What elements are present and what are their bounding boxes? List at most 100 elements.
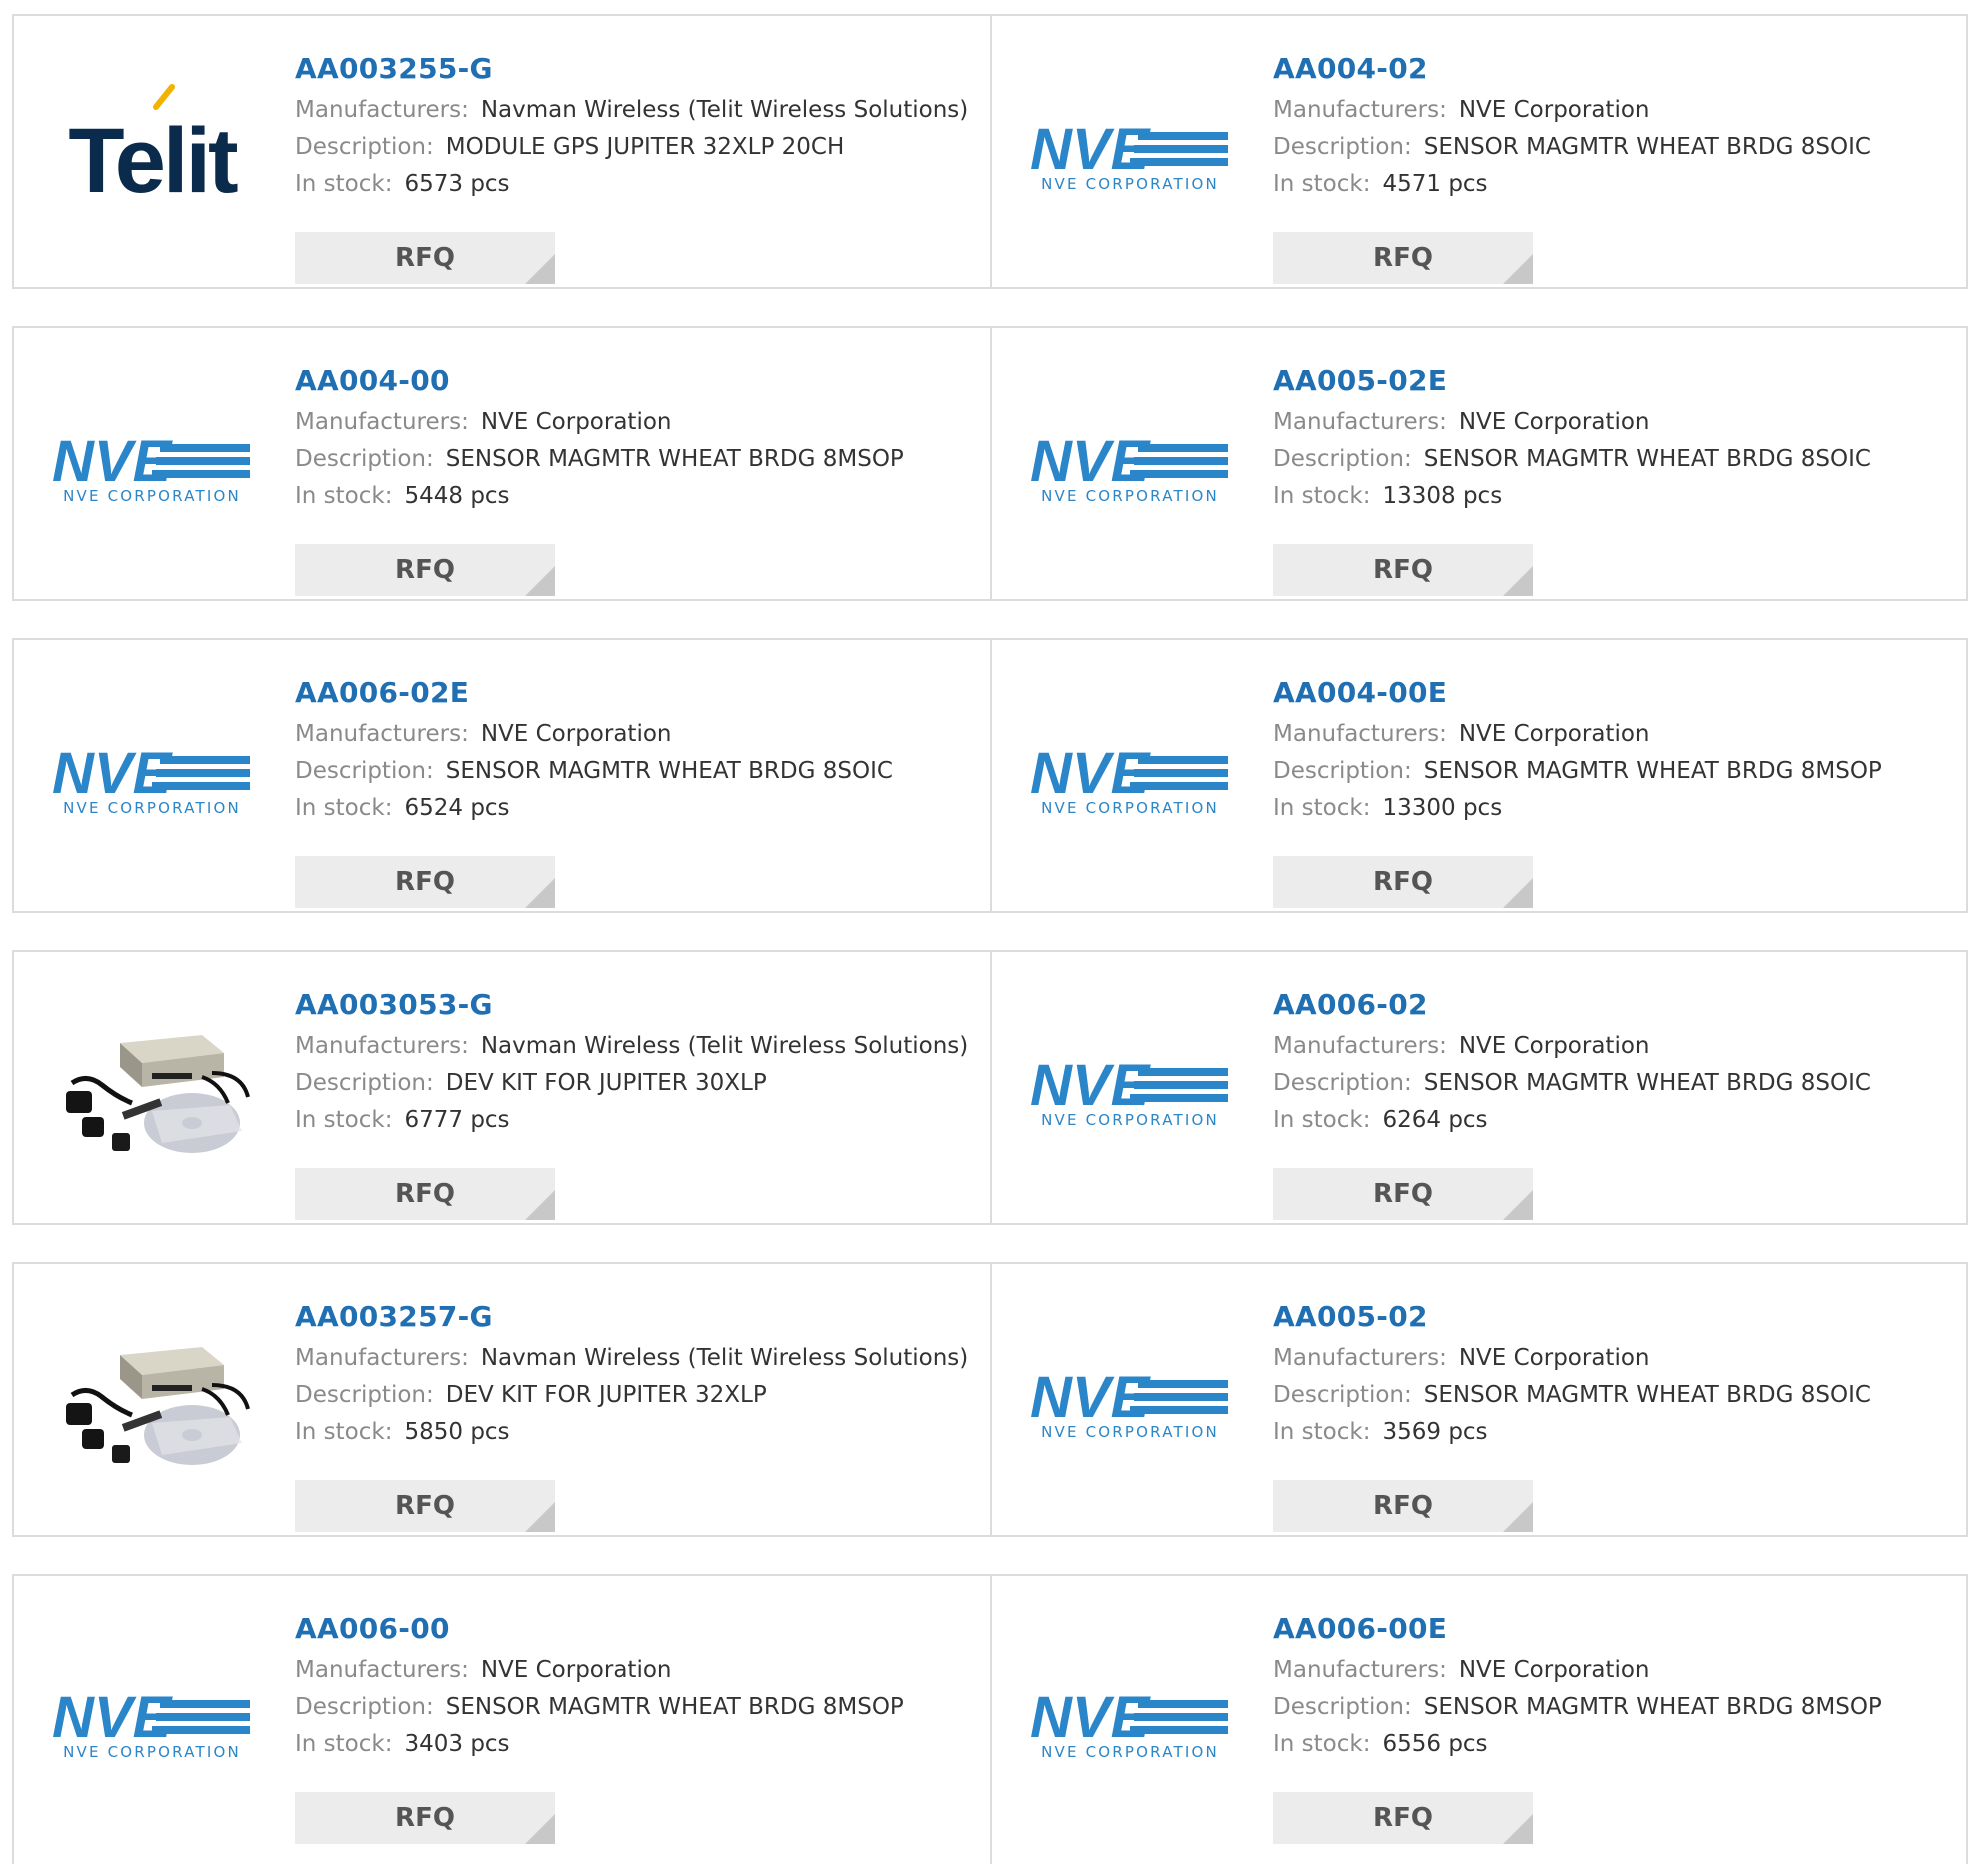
in-stock-label: In stock: bbox=[1273, 1731, 1371, 1757]
rfq-button[interactable]: RFQ bbox=[1273, 544, 1533, 596]
svg-text:NVE CORPORATION: NVE CORPORATION bbox=[1041, 1111, 1219, 1129]
manufacturer-logo[interactable]: NVE NVE CORPORATION bbox=[52, 1645, 252, 1795]
product-card: NVE NVE CORPORATION AA005-02E Manufacturers… bbox=[990, 328, 1968, 599]
description-line: Description: DEV KIT FOR JUPITER 30XLP bbox=[295, 1065, 975, 1102]
stock-line: In stock: 13308 pcs bbox=[1273, 478, 1953, 515]
rfq-label: RFQ bbox=[395, 243, 455, 273]
description-value: MODULE GPS JUPITER 32XLP 20CH bbox=[445, 134, 845, 160]
manufacturer-logo[interactable] bbox=[52, 1325, 252, 1475]
svg-text:NVE: NVE bbox=[1030, 117, 1152, 182]
manufacturer-value: NVE Corporation bbox=[1458, 1657, 1650, 1683]
description-value: SENSOR MAGMTR WHEAT BRDG 8MSOP bbox=[1423, 758, 1882, 784]
product-card: NVE NVE CORPORATION AA005-02 Manufacturers:… bbox=[990, 1264, 1968, 1535]
manufacturer-value: NVE Corporation bbox=[1458, 97, 1650, 123]
product-info: AA006-00 Manufacturers: NVE Corporation Des… bbox=[295, 1606, 975, 1844]
product-card: NVE NVE CORPORATION AA006-00E Manufacturers… bbox=[990, 1576, 1968, 1864]
nve-logo-graphic: NVENVE CORPORATION bbox=[1030, 429, 1228, 505]
svg-text:NVE CORPORATION: NVE CORPORATION bbox=[1041, 1743, 1219, 1761]
in-stock-label: In stock: bbox=[295, 171, 393, 197]
manufacturer-logo[interactable]: NVE NVE CORPORATION bbox=[52, 701, 252, 851]
part-number-link[interactable]: AA003255-G bbox=[295, 46, 975, 92]
nve-logo-graphic: NVENVE CORPORATION bbox=[1030, 1685, 1228, 1761]
manufacturers-label: Manufacturers: bbox=[1273, 1033, 1447, 1059]
part-number-link[interactable]: AA006-02E bbox=[295, 670, 975, 716]
manufacturer-line: Manufacturers: Navman Wireless (Telit Wir… bbox=[295, 92, 975, 129]
rfq-label: RFQ bbox=[1373, 867, 1433, 897]
rfq-button[interactable]: RFQ bbox=[295, 232, 555, 284]
manufacturer-value: NVE Corporation bbox=[480, 721, 672, 747]
rfq-button[interactable]: RFQ bbox=[1273, 1480, 1533, 1532]
part-number-link[interactable]: AA004-00 bbox=[295, 358, 975, 404]
manufacturers-label: Manufacturers: bbox=[1273, 97, 1447, 123]
product-info: AA004-02 Manufacturers: NVE Corporation Des… bbox=[1273, 46, 1953, 284]
product-info: AA005-02 Manufacturers: NVE Corporation Des… bbox=[1273, 1294, 1953, 1532]
manufacturer-line: Manufacturers: NVE Corporation bbox=[295, 1652, 975, 1689]
product-card: NVE NVE CORPORATION AA004-00E Manufacturers… bbox=[990, 640, 1968, 911]
in-stock-label: In stock: bbox=[1273, 795, 1371, 821]
manufacturer-line: Manufacturers: NVE Corporation bbox=[1273, 1652, 1953, 1689]
manufacturer-logo[interactable]: NVE NVE CORPORATION bbox=[1030, 389, 1230, 539]
manufacturer-logo[interactable]: NVE NVE CORPORATION bbox=[1030, 77, 1230, 227]
manufacturer-logo[interactable]: NVE NVE CORPORATION bbox=[1030, 1325, 1230, 1475]
product-row: NVE NVE CORPORATION AA006-00 Manufacturers:… bbox=[12, 1574, 1968, 1864]
rfq-button[interactable]: RFQ bbox=[295, 1168, 555, 1220]
description-value: SENSOR MAGMTR WHEAT BRDG 8MSOP bbox=[445, 1694, 904, 1720]
part-number-link[interactable]: AA005-02E bbox=[1273, 358, 1953, 404]
product-card: NVE NVE CORPORATION AA006-00 Manufacturers:… bbox=[12, 1576, 990, 1864]
svg-text:NVE: NVE bbox=[1030, 1365, 1152, 1430]
svg-text:Telit: Telit bbox=[68, 110, 238, 212]
product-card: NVE NVE CORPORATION AA004-00 Manufacturers:… bbox=[12, 328, 990, 599]
description-line: Description: SENSOR MAGMTR WHEAT BRDG 8SO… bbox=[1273, 441, 1953, 478]
description-line: Description: DEV KIT FOR JUPITER 32XLP bbox=[295, 1377, 975, 1414]
manufacturers-label: Manufacturers: bbox=[295, 1657, 469, 1683]
manufacturer-logo[interactable]: NVE NVE CORPORATION bbox=[52, 389, 252, 539]
rfq-button[interactable]: RFQ bbox=[1273, 1792, 1533, 1844]
rfq-button[interactable]: RFQ bbox=[1273, 856, 1533, 908]
manufacturer-logo[interactable]: NVE NVE CORPORATION bbox=[1030, 1645, 1230, 1795]
description-label: Description: bbox=[1273, 134, 1412, 160]
rfq-button[interactable]: RFQ bbox=[1273, 232, 1533, 284]
product-info: AA006-02 Manufacturers: NVE Corporation Des… bbox=[1273, 982, 1953, 1220]
part-number-link[interactable]: AA005-02 bbox=[1273, 1294, 1953, 1340]
rfq-button[interactable]: RFQ bbox=[295, 544, 555, 596]
stock-value: 6264 pcs bbox=[1382, 1107, 1488, 1133]
description-label: Description: bbox=[295, 1070, 434, 1096]
part-number-link[interactable]: AA004-00E bbox=[1273, 670, 1953, 716]
product-info: AA006-00E Manufacturers: NVE Corporation De… bbox=[1273, 1606, 1953, 1844]
manufacturers-label: Manufacturers: bbox=[1273, 721, 1447, 747]
rfq-button[interactable]: RFQ bbox=[295, 1480, 555, 1532]
stock-value: 13308 pcs bbox=[1382, 483, 1503, 509]
in-stock-label: In stock: bbox=[1273, 171, 1371, 197]
svg-text:NVE CORPORATION: NVE CORPORATION bbox=[63, 487, 241, 505]
description-line: Description: SENSOR MAGMTR WHEAT BRDG 8SO… bbox=[1273, 1377, 1953, 1414]
manufacturer-logo[interactable]: Telit bbox=[52, 77, 252, 227]
stock-line: In stock: 3569 pcs bbox=[1273, 1414, 1953, 1451]
description-label: Description: bbox=[295, 1694, 434, 1720]
manufacturer-logo[interactable]: NVE NVE CORPORATION bbox=[1030, 1013, 1230, 1163]
description-value: SENSOR MAGMTR WHEAT BRDG 8SOIC bbox=[1423, 1070, 1871, 1096]
rfq-button[interactable]: RFQ bbox=[295, 1792, 555, 1844]
manufacturer-logo[interactable] bbox=[52, 1013, 252, 1163]
stock-line: In stock: 6777 pcs bbox=[295, 1102, 975, 1139]
rfq-label: RFQ bbox=[1373, 243, 1433, 273]
description-label: Description: bbox=[295, 1382, 434, 1408]
part-number-link[interactable]: AA003257-G bbox=[295, 1294, 975, 1340]
manufacturer-line: Manufacturers: Navman Wireless (Telit Wir… bbox=[295, 1028, 975, 1065]
manufacturer-line: Manufacturers: NVE Corporation bbox=[295, 404, 975, 441]
rfq-button[interactable]: RFQ bbox=[295, 856, 555, 908]
part-number-link[interactable]: AA006-00 bbox=[295, 1606, 975, 1652]
part-number-link[interactable]: AA006-00E bbox=[1273, 1606, 1953, 1652]
part-number-link[interactable]: AA006-02 bbox=[1273, 982, 1953, 1028]
rfq-button[interactable]: RFQ bbox=[1273, 1168, 1533, 1220]
rfq-label: RFQ bbox=[1373, 555, 1433, 585]
product-grid: Telit AA003255-G Manufacturers: Navman Wire… bbox=[0, 0, 1968, 1864]
manufacturers-label: Manufacturers: bbox=[1273, 1345, 1447, 1371]
svg-text:NVE CORPORATION: NVE CORPORATION bbox=[1041, 175, 1219, 193]
part-number-link[interactable]: AA003053-G bbox=[295, 982, 975, 1028]
product-row: NVE NVE CORPORATION AA006-02E Manufacturers… bbox=[12, 638, 1968, 913]
product-card: Telit AA003255-G Manufacturers: Navman Wire… bbox=[12, 16, 990, 287]
nve-logo-graphic: NVENVE CORPORATION bbox=[52, 741, 250, 817]
manufacturer-logo[interactable]: NVE NVE CORPORATION bbox=[1030, 701, 1230, 851]
description-line: Description: SENSOR MAGMTR WHEAT BRDG 8SO… bbox=[1273, 129, 1953, 166]
part-number-link[interactable]: AA004-02 bbox=[1273, 46, 1953, 92]
